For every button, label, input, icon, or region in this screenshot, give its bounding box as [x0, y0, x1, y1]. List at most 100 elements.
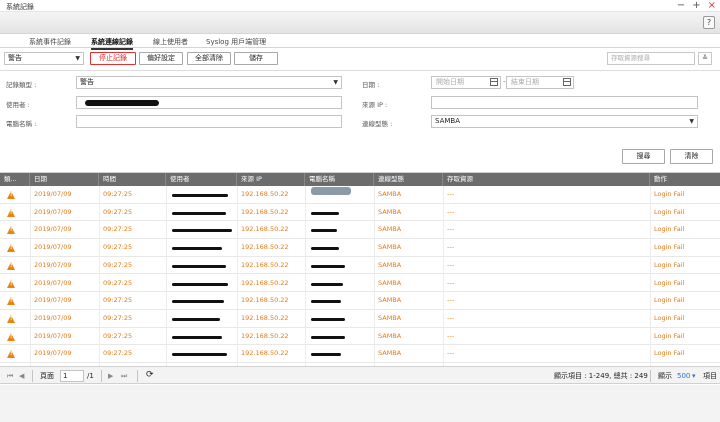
column-header-resource[interactable]: 存取資源 [443, 173, 650, 186]
cell-source-ip: 192.168.50.22 [241, 296, 289, 305]
redacted-mark [172, 300, 224, 304]
items-label: 項目 [703, 372, 717, 380]
log-type-value: 警告 [80, 78, 94, 86]
cell-time: 09:27:25 [103, 278, 133, 287]
per-page-label: 顯示 [658, 372, 672, 380]
column-header-computer[interactable]: 電腦名稱 [305, 173, 374, 186]
calendar-icon[interactable] [490, 78, 498, 86]
redacted-mark [311, 187, 351, 195]
cell-time: 09:27:25 [103, 296, 133, 305]
cell-time: 09:27:25 [103, 313, 133, 322]
warning-icon [7, 208, 15, 217]
table-row[interactable]: 2019/07/09 09:27:25 192.168.50.22 SAMBA --- L… [0, 327, 720, 346]
resource-search-input[interactable]: 存取資源搜尋 [607, 52, 695, 65]
cell-date: 2019/07/09 [34, 225, 72, 234]
minimize-icon[interactable]: − [677, 0, 685, 12]
redacted-mark [172, 282, 228, 286]
double-chevron-down-icon[interactable]: ≚ [698, 52, 712, 65]
cell-date: 2019/07/09 [34, 313, 72, 322]
cell-time: 09:27:25 [103, 243, 133, 252]
column-header-date[interactable]: 日期 [30, 173, 99, 186]
log-type-label: 記錄類型 : [6, 81, 37, 89]
next-page-icon[interactable]: ▶ [108, 370, 113, 382]
table-row[interactable]: 2019/07/09 09:27:25 192.168.50.22 SAMBA --- L… [0, 203, 720, 222]
cell-conn-type: SAMBA [378, 190, 402, 198]
cell-resource: --- [447, 313, 455, 322]
refresh-icon[interactable]: ⟳ [146, 369, 154, 381]
window-titlebar: 系統記錄 − + × [0, 0, 720, 12]
chevron-down-icon: ▼ [333, 79, 338, 86]
table-row[interactable]: 2019/07/09 09:27:25 192.168.50.22 SAMBA --- L… [0, 256, 720, 275]
warning-icon [7, 350, 15, 359]
table-row[interactable]: 2019/07/09 09:27:25 192.168.50.22 SAMBA --- L… [0, 309, 720, 328]
clear-button[interactable]: 清除 [670, 149, 713, 164]
cell-time: 09:27:25 [103, 349, 133, 358]
divider [137, 370, 138, 382]
column-header-source-ip[interactable]: 來源 IP [237, 173, 305, 186]
save-button[interactable]: 儲存 [234, 52, 278, 65]
preferences-button[interactable]: 偏好設定 [139, 52, 183, 65]
search-button[interactable]: 搜尋 [622, 149, 665, 164]
cell-action: Login Fail [654, 243, 685, 252]
table-row[interactable]: 2019/07/09 09:27:25 192.168.50.22 SAMBA --- L… [0, 345, 720, 363]
warning-icon [7, 332, 15, 341]
computer-name-label: 電腦名稱 : [6, 120, 37, 128]
cell-resource: --- [447, 207, 455, 216]
log-type-select[interactable]: 警告 ▼ [76, 76, 342, 89]
column-header-type[interactable]: 類... [0, 173, 30, 186]
maximize-icon[interactable]: + [692, 0, 700, 12]
prev-page-icon[interactable]: ◀ [19, 370, 24, 382]
tab-system-events[interactable]: 系統事件記錄 [29, 37, 71, 47]
column-divider [99, 186, 100, 366]
computer-name-input[interactable] [76, 115, 342, 128]
cell-conn-type: SAMBA [378, 225, 402, 234]
table-row[interactable]: 2019/07/09 09:27:25 192.168.50.22 SAMBA --- L… [0, 186, 720, 204]
log-level-value: 警告 [8, 54, 22, 62]
redacted-mark [172, 264, 226, 268]
warning-icon [7, 297, 15, 306]
calendar-icon[interactable] [563, 78, 571, 86]
end-date-input[interactable]: 結束日期 [506, 76, 574, 89]
cell-resource: --- [447, 260, 455, 269]
page-number-input[interactable]: 1 [60, 370, 84, 382]
column-header-conn-type[interactable]: 連線型態 [374, 173, 443, 186]
cell-date: 2019/07/09 [34, 243, 72, 252]
column-header-action[interactable]: 動作 [650, 173, 720, 186]
redacted-mark [311, 211, 339, 215]
redacted-mark [311, 300, 341, 304]
clear-all-button[interactable]: 全部清除 [187, 52, 231, 65]
column-header-time[interactable]: 時間 [99, 173, 166, 186]
first-page-icon[interactable]: ⏮ [7, 370, 13, 382]
cell-conn-type: SAMBA [378, 349, 402, 358]
column-header-user[interactable]: 使用者 [166, 173, 237, 186]
connection-type-select[interactable]: SAMBA ▼ [431, 115, 698, 128]
cell-action: Login Fail [654, 349, 685, 358]
cell-resource: --- [447, 296, 455, 305]
cell-date: 2019/07/09 [34, 260, 72, 269]
table-row[interactable]: 2019/07/09 09:27:25 192.168.50.22 SAMBA --- L… [0, 292, 720, 310]
table-row[interactable]: 2019/07/09 09:27:25 192.168.50.22 SAMBA --- L… [0, 274, 720, 293]
redacted-mark [172, 194, 228, 197]
cell-conn-type: SAMBA [378, 207, 402, 216]
table-row[interactable]: 2019/07/09 09:27:25 192.168.50.22 SAMBA --- L… [0, 221, 720, 240]
per-page-select[interactable]: 500 [677, 370, 690, 382]
stop-logging-button[interactable]: 停止記錄 [90, 52, 136, 65]
help-button[interactable]: ? [703, 16, 715, 29]
redacted-mark [311, 264, 345, 268]
warning-icon [7, 191, 15, 199]
close-icon[interactable]: × [708, 0, 716, 12]
cell-conn-type: SAMBA [378, 243, 402, 252]
source-ip-input[interactable] [431, 96, 698, 109]
user-input[interactable] [76, 96, 342, 109]
chevron-down-icon[interactable]: ▾ [692, 370, 696, 382]
chevron-down-icon: ▼ [689, 118, 694, 125]
tab-online-users[interactable]: 線上使用者 [153, 37, 188, 47]
log-level-select[interactable]: 警告 ▼ [4, 52, 84, 65]
display-info: 顯示項目 : 1-249, 總共 : 249 [554, 372, 648, 380]
table-row[interactable]: 2019/07/09 09:27:25 192.168.50.22 SAMBA --- L… [0, 239, 720, 257]
start-date-input[interactable]: 開始日期 [431, 76, 501, 89]
cell-conn-type: SAMBA [378, 331, 402, 340]
tab-syslog-client[interactable]: Syslog 用戶端管理 [206, 37, 266, 47]
last-page-icon[interactable]: ⏭ [121, 370, 127, 382]
cell-conn-type: SAMBA [378, 278, 402, 287]
